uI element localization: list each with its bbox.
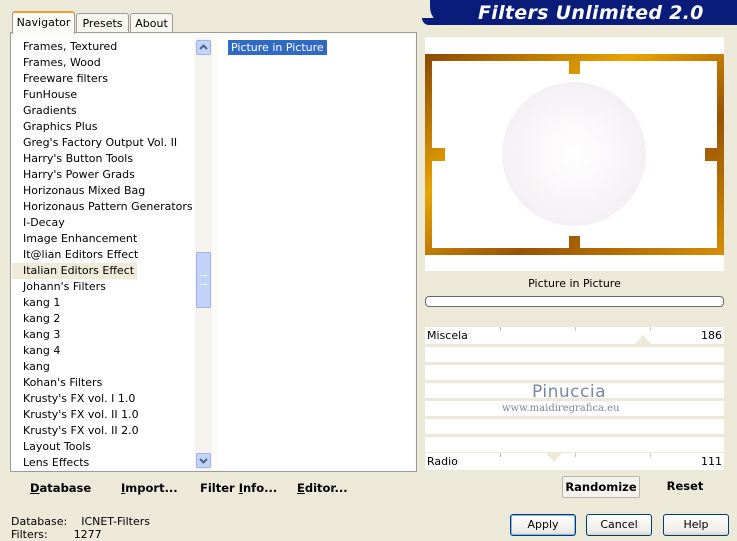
filters-label: Filters: [11,528,48,541]
database-button[interactable]: Database [30,480,91,496]
slider-value: 186 [701,329,722,342]
filter-list[interactable]: Picture in Picture [218,38,414,470]
tab-about[interactable]: About [130,13,173,33]
category-item[interactable]: Greg's Factory Output Vol. II [12,135,177,151]
cancel-button[interactable]: Cancel [586,514,652,536]
category-item[interactable]: Freeware filters [12,71,108,87]
empty-slider-row [425,437,724,452]
category-item[interactable]: Italian Editors Effect [12,263,138,279]
category-item[interactable]: kang 4 [12,343,60,359]
help-button[interactable]: Help [663,514,729,536]
preview-filter-name: Picture in Picture [528,277,621,290]
tab-presets[interactable]: Presets [76,13,129,33]
category-item[interactable]: I-Decay [12,215,65,231]
category-item[interactable]: Layout Tools [12,439,91,455]
category-item[interactable]: FunHouse [12,87,77,103]
category-item[interactable]: Graphics Plus [12,119,97,135]
reset-button[interactable]: Reset [660,476,710,496]
category-item[interactable]: Johann's Filters [12,279,106,295]
preview-image [425,54,724,255]
filters-count: 1277 [73,528,102,541]
category-item[interactable]: kang [12,359,50,375]
category-item[interactable]: It@lian Editors Effect [12,247,138,263]
database-value: ICNET-Filters [81,515,150,528]
category-item[interactable]: Frames, Wood [12,55,101,71]
scroll-up-button[interactable] [196,40,211,55]
empty-slider-row [425,347,724,362]
tab-navigator[interactable]: Navigator [12,11,75,34]
title-banner: Filters Unlimited 2.0 [422,0,737,25]
slider-radio[interactable]: Radio 111 [425,453,724,470]
randomize-button[interactable]: Randomize [562,476,640,498]
database-status: Database: ICNET-Filters Filters: 1277 [11,515,150,541]
category-item[interactable]: Gradients [12,103,77,119]
category-item[interactable]: Krusty's FX vol. II 2.0 [12,423,139,439]
progress-bar [425,296,724,307]
category-list[interactable]: Frames, Textured Frames, Wood Freeware fil… [12,38,195,470]
grip-icon [200,275,207,285]
scroll-down-button[interactable] [196,453,211,468]
slider-value: 111 [701,455,722,468]
filter-info-button[interactable]: Filter Info... [200,480,277,496]
scroll-thumb[interactable] [196,252,211,308]
category-item[interactable]: Image Enhancement [12,231,137,247]
chevron-down-icon [199,458,208,464]
apply-button[interactable]: Apply [510,514,576,536]
empty-slider-row [425,419,724,434]
watermark-url: www.maidiregrafica.eu [502,403,620,414]
chevron-up-icon [199,44,208,50]
slider-label: Radio [427,455,458,468]
app-title: Filters Unlimited 2.0 [478,2,704,24]
category-scrollbar[interactable] [195,38,212,470]
category-item[interactable]: kang 3 [12,327,60,343]
category-item[interactable]: Kohan's Filters [12,375,102,391]
category-item[interactable]: Harry's Button Tools [12,151,133,167]
category-item[interactable]: Horizonaus Mixed Bag [12,183,145,199]
category-item[interactable]: Horizonaus Pattern Generators [12,199,193,215]
slider-miscela[interactable]: Miscela 186 [425,327,724,344]
slider-pointer-icon[interactable] [546,453,562,462]
slider-label: Miscela [427,329,468,342]
category-item[interactable]: kang 1 [12,295,60,311]
filter-item-picture-in-picture[interactable]: Picture in Picture [228,40,327,55]
category-item[interactable]: Krusty's FX vol. I 1.0 [12,391,135,407]
category-item[interactable]: Lens Effects [12,455,89,470]
import-button[interactable]: Import... [121,480,178,496]
empty-slider-row [425,365,724,380]
category-item[interactable]: Frames, Textured [12,39,117,55]
editor-button[interactable]: Editor... [297,480,348,496]
category-item[interactable]: Krusty's FX vol. II 1.0 [12,407,139,423]
slider-pointer-icon[interactable] [635,335,651,344]
category-item[interactable]: kang 2 [12,311,60,327]
watermark-name: Pinuccia [532,382,606,402]
category-item[interactable]: Harry's Power Grads [12,167,135,183]
database-label: Database: [11,515,68,528]
